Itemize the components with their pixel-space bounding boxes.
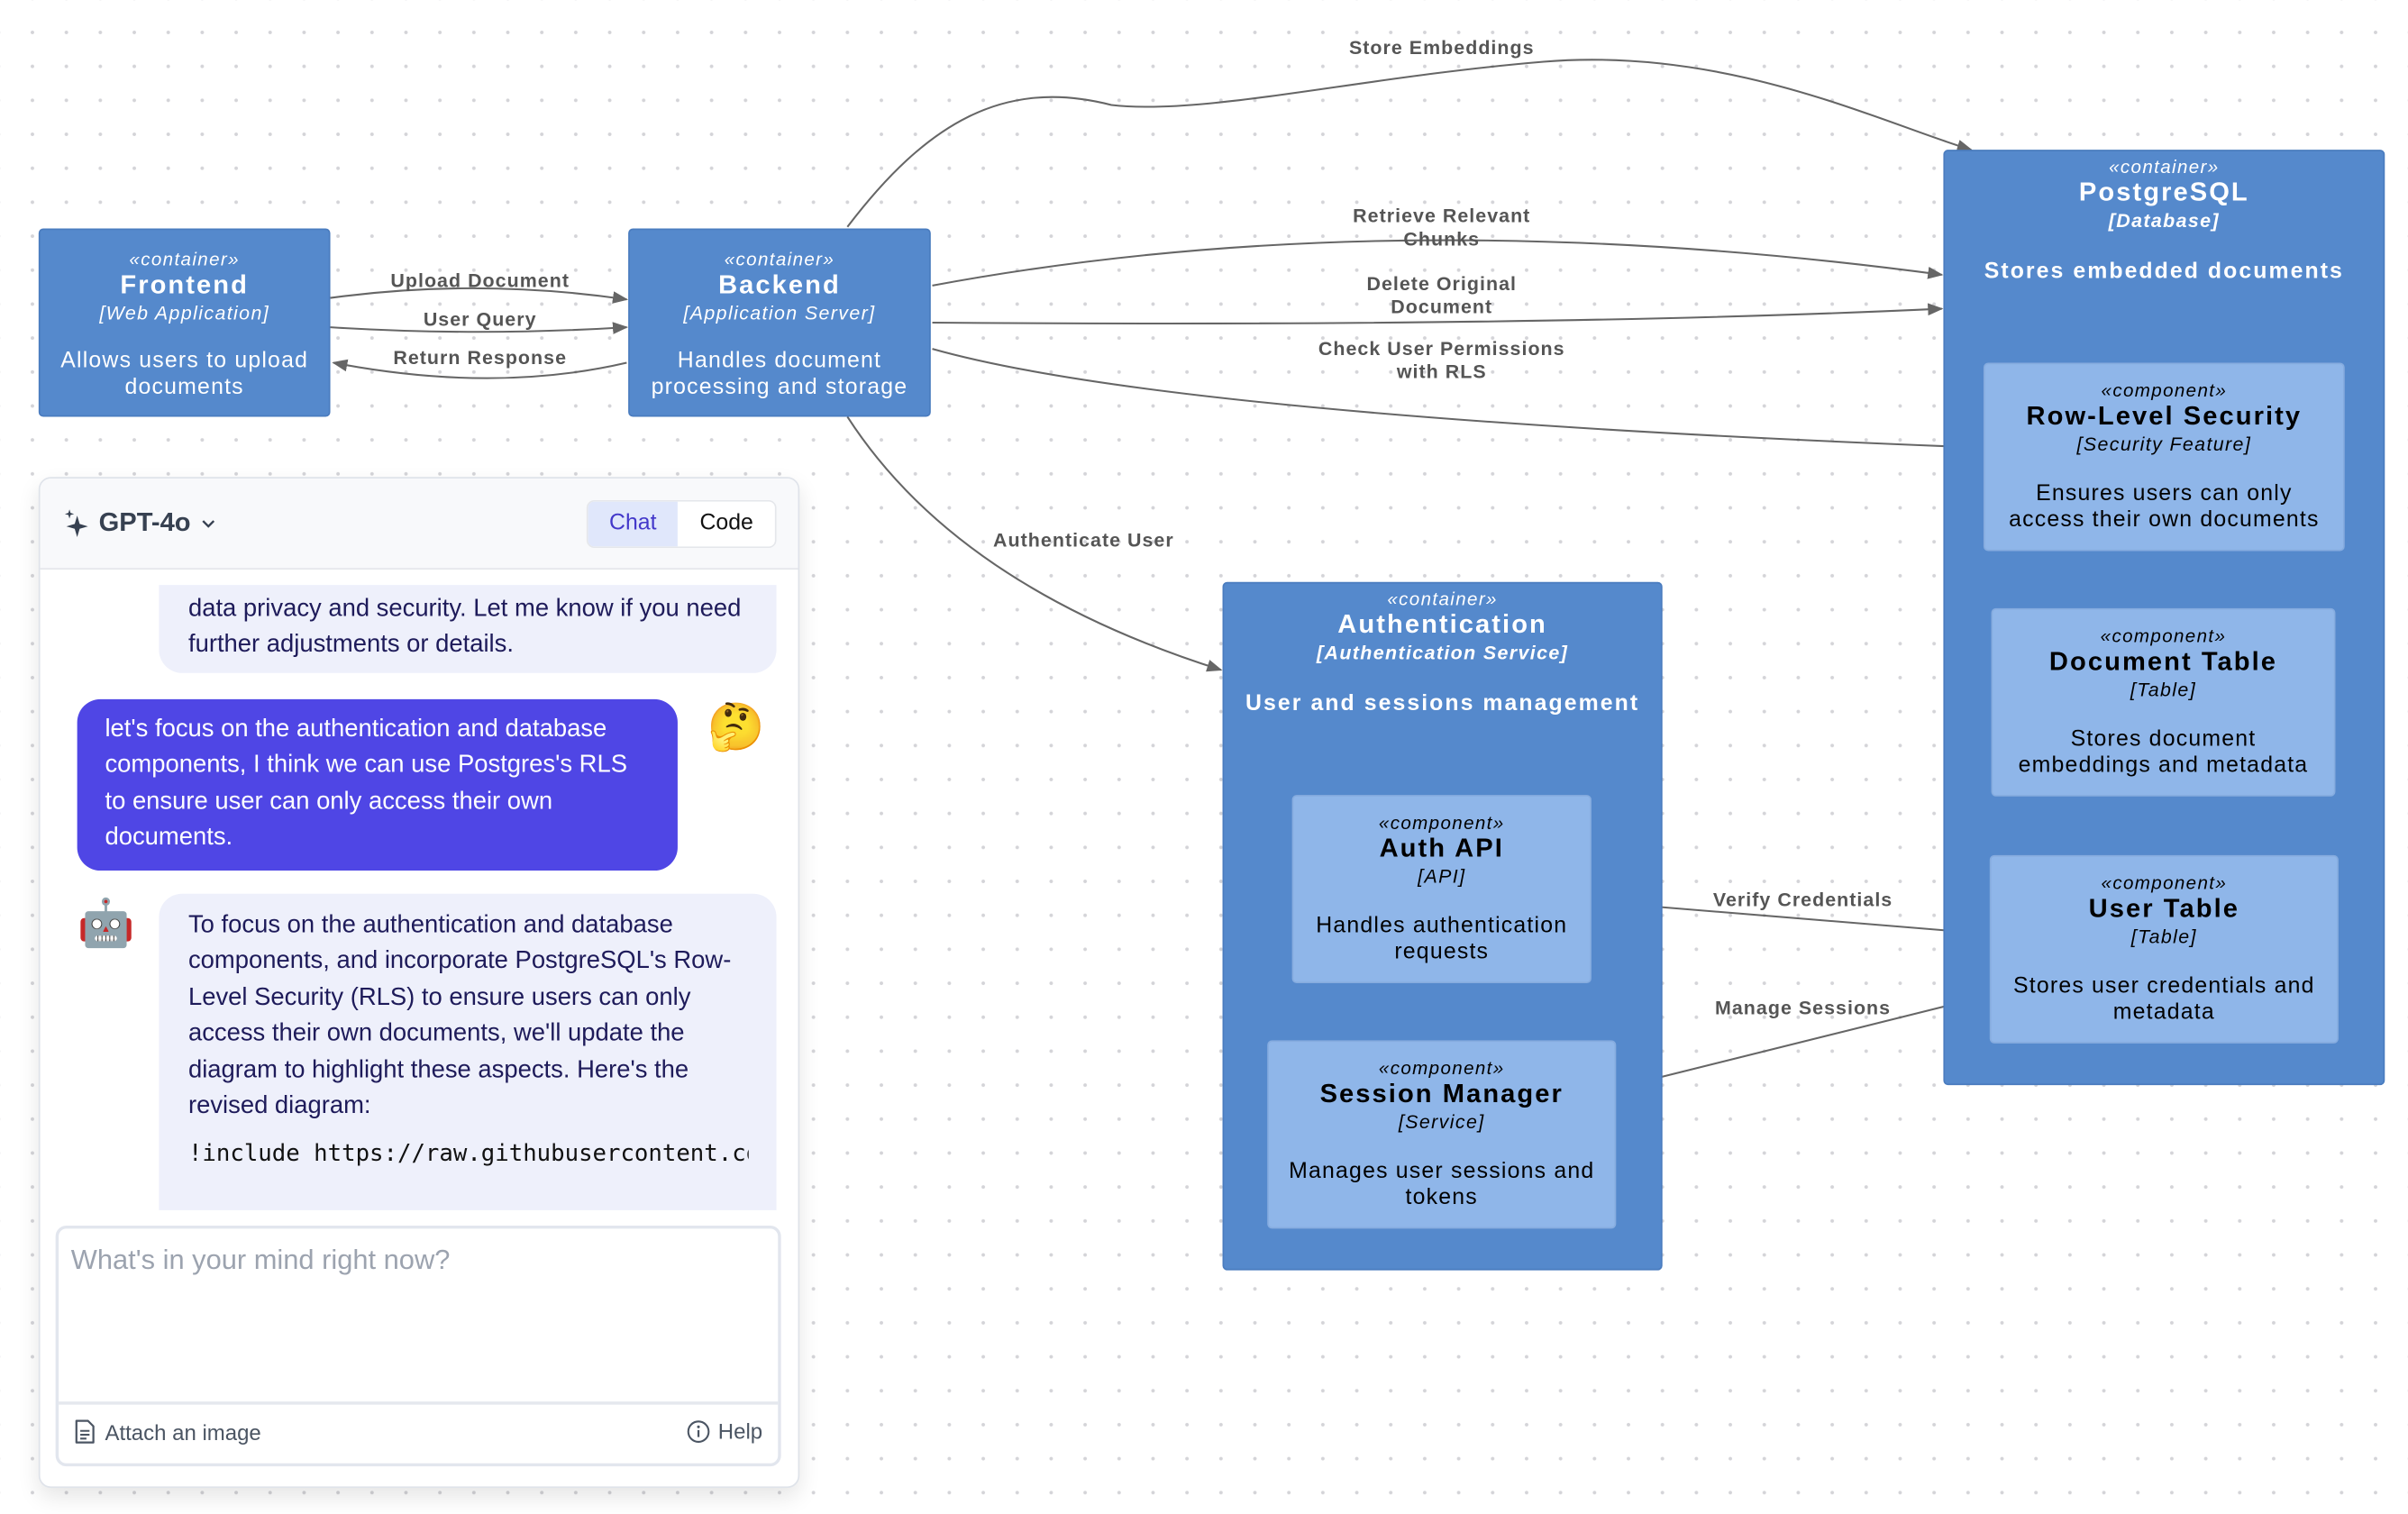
edge-label: Authenticate User — [993, 529, 1174, 552]
composer-footer: Attach an image Help — [59, 1401, 779, 1464]
node-description: Allows users to upload documents — [60, 349, 309, 400]
edge-store-embeddings[interactable] — [846, 59, 1973, 228]
robot-icon: 🤖 — [77, 898, 135, 950]
diagram-canvas[interactable]: Upload Document User Query Return Respon… — [0, 0, 2408, 1514]
model-selector[interactable]: GPT-4o — [63, 508, 216, 539]
node-stereotype: «component» — [1378, 1057, 1505, 1080]
node-stereotype: «container» — [129, 248, 240, 270]
node-description: Stores user credentials and metadata — [2012, 973, 2315, 1026]
message-text: data privacy and security. Let me know i… — [187, 596, 742, 659]
node-description: Handles document processing and storage — [651, 349, 908, 400]
assistant-message: data privacy and security. Let me know i… — [159, 585, 777, 673]
message-list[interactable]: data privacy and security. Let me know i… — [41, 570, 798, 1210]
node-title: Frontend — [120, 269, 249, 300]
node-title: Auth API — [1379, 833, 1504, 863]
tab-code[interactable]: Code — [678, 501, 775, 547]
container-frontend[interactable]: «container» Frontend [Web Application] A… — [38, 228, 331, 417]
node-technology: [Database] — [2108, 209, 2220, 232]
node-title: Backend — [718, 269, 841, 300]
chat-panel: GPT-4o Chat Code data privacy and securi… — [38, 477, 800, 1489]
node-title: Row-Level Security — [2026, 401, 2303, 431]
node-technology: [Application Server] — [683, 302, 876, 324]
chevron-down-icon — [201, 520, 214, 528]
node-technology: [Table] — [2130, 926, 2197, 948]
edge-label: Retrieve Relevant Chunks — [1353, 205, 1531, 251]
edge-label: Return Response — [393, 347, 568, 369]
edge-label: Delete Original Document — [1366, 273, 1518, 318]
node-stereotype: «container» — [724, 248, 835, 270]
node-stereotype: «component» — [2100, 625, 2227, 647]
node-stereotype: «container» — [2109, 155, 2220, 178]
node-technology: [Service] — [1398, 1111, 1485, 1134]
user-message: let's focus on the authentication and da… — [77, 698, 678, 871]
edge-label: Verify Credentials — [1712, 889, 1893, 911]
edge-label: Upload Document — [390, 269, 570, 292]
model-name: GPT-4o — [98, 507, 191, 538]
node-stereotype: «component» — [2101, 379, 2228, 402]
message-text: let's focus on the authentication and da… — [105, 716, 627, 852]
node-title: User Table — [2088, 893, 2239, 924]
chat-header: GPT-4o Chat Code — [40, 478, 798, 570]
help-label: Help — [717, 1418, 763, 1444]
node-description: Ensures users can only access their own … — [2009, 481, 2320, 533]
node-technology: [Web Application] — [99, 302, 270, 324]
component-row-level-security[interactable]: «component» Row-Level Security [Security… — [1983, 362, 2345, 552]
node-title: Session Manager — [1319, 1079, 1564, 1108]
node-description: Handles authentication requests — [1316, 913, 1568, 965]
attach-label: Attach an image — [105, 1418, 261, 1445]
edge-label: User Query — [423, 308, 537, 331]
node-title: Document Table — [2048, 646, 2278, 677]
node-description: Stores embedded documents — [1984, 259, 2344, 285]
thinking-face-icon: 🤔 — [707, 702, 765, 753]
node-title: PostgreSQL — [2078, 177, 2249, 207]
container-backend[interactable]: «container» Backend [Application Server]… — [628, 228, 931, 417]
node-description: Manages user sessions and tokens — [1289, 1159, 1595, 1210]
node-technology: [Security Feature] — [2076, 433, 2252, 456]
assistant-message: To focus on the authentication and datab… — [159, 893, 777, 1210]
node-stereotype: «component» — [2101, 871, 2228, 894]
edge-label: Check User Permissions with RLS — [1318, 338, 1565, 383]
node-technology: [Authentication Service] — [1317, 642, 1569, 664]
component-auth-api[interactable]: «component» Auth API [API] Handles authe… — [1291, 795, 1592, 984]
node-stereotype: «component» — [1378, 811, 1505, 834]
node-description: User and sessions management — [1245, 691, 1640, 716]
node-stereotype: «container» — [1387, 588, 1498, 610]
node-technology: [API] — [1418, 865, 1466, 888]
message-composer: Attach an image Help — [55, 1225, 781, 1467]
edge-label: Manage Sessions — [1715, 997, 1892, 1019]
component-document-table[interactable]: «component» Document Table [Table] Store… — [1991, 607, 2336, 797]
node-description: Stores document embeddings and metadata — [2018, 726, 2309, 779]
node-technology: [Table] — [2130, 679, 2197, 701]
chat-input[interactable] — [70, 1244, 751, 1399]
attach-image-button[interactable]: Attach an image — [74, 1418, 261, 1445]
edge-label: Store Embeddings — [1348, 37, 1535, 59]
code-block: !include https://raw.githubusercontent.c… — [187, 1139, 749, 1168]
component-session-manager[interactable]: «component» Session Manager [Service] Ma… — [1267, 1040, 1617, 1229]
tab-chat[interactable]: Chat — [588, 501, 679, 547]
help-button[interactable]: Help — [688, 1418, 763, 1444]
component-user-table[interactable]: «component» User Table [Table] Stores us… — [1989, 854, 2339, 1044]
message-text: To focus on the authentication and datab… — [187, 912, 732, 1119]
node-title: Authentication — [1337, 609, 1547, 640]
mode-toggle: Chat Code — [586, 499, 777, 549]
info-icon — [688, 1419, 710, 1443]
document-icon — [75, 1419, 95, 1444]
sparkles-icon — [64, 509, 88, 538]
